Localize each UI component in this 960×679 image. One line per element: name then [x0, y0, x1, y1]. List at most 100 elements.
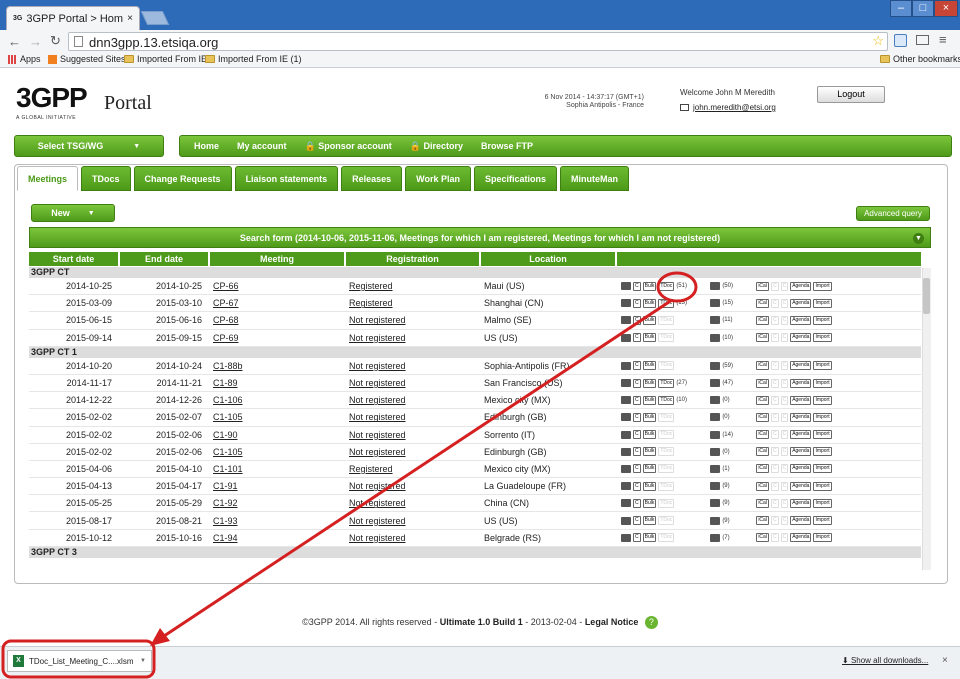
download-icon[interactable]	[621, 316, 631, 325]
bulk-button[interactable]: Bulk	[642, 315, 657, 325]
agenda-button[interactable]: Agenda	[790, 298, 812, 308]
import-button[interactable]: Import	[813, 533, 832, 543]
maximize-button[interactable]: □	[912, 0, 934, 17]
participants-icon[interactable]	[710, 333, 721, 342]
browser-tab[interactable]: 3G 3GPP Portal > Home ×	[6, 6, 140, 30]
ical-button[interactable]: iCal	[756, 516, 769, 526]
user-email[interactable]: john.meredith@etsi.org	[680, 103, 776, 112]
download-icon[interactable]	[621, 282, 631, 291]
registration-link[interactable]: Not registered	[346, 378, 481, 388]
import-button[interactable]: Import	[813, 430, 832, 440]
agenda-button[interactable]: Agenda	[790, 430, 812, 440]
import-button[interactable]: Import	[813, 315, 832, 325]
registration-link[interactable]: Not registered	[346, 516, 481, 526]
c-button[interactable]: C	[633, 395, 641, 405]
logout-button[interactable]: Logout	[817, 86, 885, 103]
bookmark-imported-ie[interactable]: Imported From IE	[124, 54, 207, 64]
show-all-downloads-link[interactable]: ⬇ Show all downloads...	[842, 656, 928, 665]
ical-button[interactable]: iCal	[756, 412, 769, 422]
new-button[interactable]: New ▼	[31, 204, 115, 222]
tab-minuteman[interactable]: MinuteMan	[560, 166, 630, 191]
tab-meetings[interactable]: Meetings	[17, 166, 79, 191]
registration-link[interactable]: Not registered	[346, 498, 481, 508]
meeting-link[interactable]: C1-89	[210, 378, 346, 388]
ical-button[interactable]: iCal	[756, 333, 769, 343]
c-button[interactable]: C	[633, 430, 641, 440]
meeting-link[interactable]: C1-105	[210, 412, 346, 422]
c-button[interactable]: C	[633, 464, 641, 474]
agenda-button[interactable]: Agenda	[790, 447, 812, 457]
download-icon[interactable]	[621, 482, 631, 491]
tdoc-button[interactable]: TDoc	[658, 395, 675, 405]
window-close-button[interactable]: ×	[934, 0, 958, 17]
download-icon[interactable]	[621, 499, 631, 508]
meeting-link[interactable]: C1-94	[210, 533, 346, 543]
col-end-date[interactable]: End date	[120, 252, 210, 266]
registration-link[interactable]: Not registered	[346, 395, 481, 405]
import-button[interactable]: Import	[813, 412, 832, 422]
tab-specifications[interactable]: Specifications	[474, 166, 558, 191]
bulk-button[interactable]: Bulk	[642, 412, 657, 422]
registration-link[interactable]: Not registered	[346, 481, 481, 491]
bulk-button[interactable]: Bulk	[642, 516, 657, 526]
bookmark-imported-ie-1[interactable]: Imported From IE (1)	[205, 54, 302, 64]
c-button[interactable]: C	[633, 481, 641, 491]
tdoc-button[interactable]: TDoc	[658, 281, 675, 291]
meeting-link[interactable]: C1-106	[210, 395, 346, 405]
agenda-button[interactable]: Agenda	[790, 281, 812, 291]
download-icon[interactable]	[621, 396, 631, 405]
meeting-link[interactable]: CP-68	[210, 315, 346, 325]
meeting-link[interactable]: CP-69	[210, 333, 346, 343]
tdoc-button[interactable]: TDoc	[658, 378, 675, 388]
participants-icon[interactable]	[710, 482, 721, 491]
c-button[interactable]: C	[633, 315, 641, 325]
agenda-button[interactable]: Agenda	[790, 315, 812, 325]
ical-button[interactable]: iCal	[756, 464, 769, 474]
participants-icon[interactable]	[710, 299, 721, 308]
import-button[interactable]: Import	[813, 481, 832, 491]
download-icon[interactable]	[621, 361, 631, 370]
col-start-date[interactable]: Start date	[29, 252, 120, 266]
col-meeting[interactable]: Meeting	[210, 252, 346, 266]
email-link[interactable]: john.meredith@etsi.org	[693, 103, 776, 112]
ical-button[interactable]: iCal	[756, 395, 769, 405]
ical-button[interactable]: iCal	[756, 361, 769, 371]
ical-button[interactable]: iCal	[756, 481, 769, 491]
participants-icon[interactable]	[710, 499, 721, 508]
tab-releases[interactable]: Releases	[341, 166, 403, 191]
registration-link[interactable]: Not registered	[346, 361, 481, 371]
bulk-button[interactable]: Bulk	[642, 298, 657, 308]
registration-link[interactable]: Not registered	[346, 412, 481, 422]
c-button[interactable]: C	[633, 361, 641, 371]
close-tab-icon[interactable]: ×	[127, 13, 133, 24]
meeting-link[interactable]: C1-105	[210, 447, 346, 457]
import-button[interactable]: Import	[813, 333, 832, 343]
chevron-down-icon[interactable]: ▼	[140, 658, 146, 664]
download-icon[interactable]	[621, 533, 631, 542]
tab-tdocs[interactable]: TDocs	[81, 166, 131, 191]
bulk-button[interactable]: Bulk	[642, 281, 657, 291]
nav-my-account[interactable]: My account	[237, 141, 287, 151]
ical-button[interactable]: iCal	[756, 498, 769, 508]
reload-icon[interactable]: ↻	[50, 33, 61, 49]
extension-icon[interactable]	[894, 34, 907, 47]
bookmark-apps[interactable]: Apps	[8, 54, 41, 64]
registration-link[interactable]: Registered	[346, 298, 481, 308]
menu-icon[interactable]: ≡	[939, 32, 947, 47]
participants-icon[interactable]	[710, 396, 721, 405]
help-icon[interactable]: ?	[644, 616, 658, 629]
bulk-button[interactable]: Bulk	[642, 378, 657, 388]
ical-button[interactable]: iCal	[756, 281, 769, 291]
meeting-link[interactable]: C1-91	[210, 481, 346, 491]
download-item[interactable]: X TDoc_List_Meeting_C....xlsm ▼	[7, 650, 152, 672]
import-button[interactable]: Import	[813, 464, 832, 474]
agenda-button[interactable]: Agenda	[790, 533, 812, 543]
meeting-link[interactable]: C1-90	[210, 430, 346, 440]
import-button[interactable]: Import	[813, 361, 832, 371]
participants-icon[interactable]	[710, 379, 721, 388]
close-download-bar-icon[interactable]: ×	[942, 655, 948, 666]
download-icon[interactable]	[621, 516, 631, 525]
participants-icon[interactable]	[710, 533, 721, 542]
ical-button[interactable]: iCal	[756, 430, 769, 440]
import-button[interactable]: Import	[813, 298, 832, 308]
